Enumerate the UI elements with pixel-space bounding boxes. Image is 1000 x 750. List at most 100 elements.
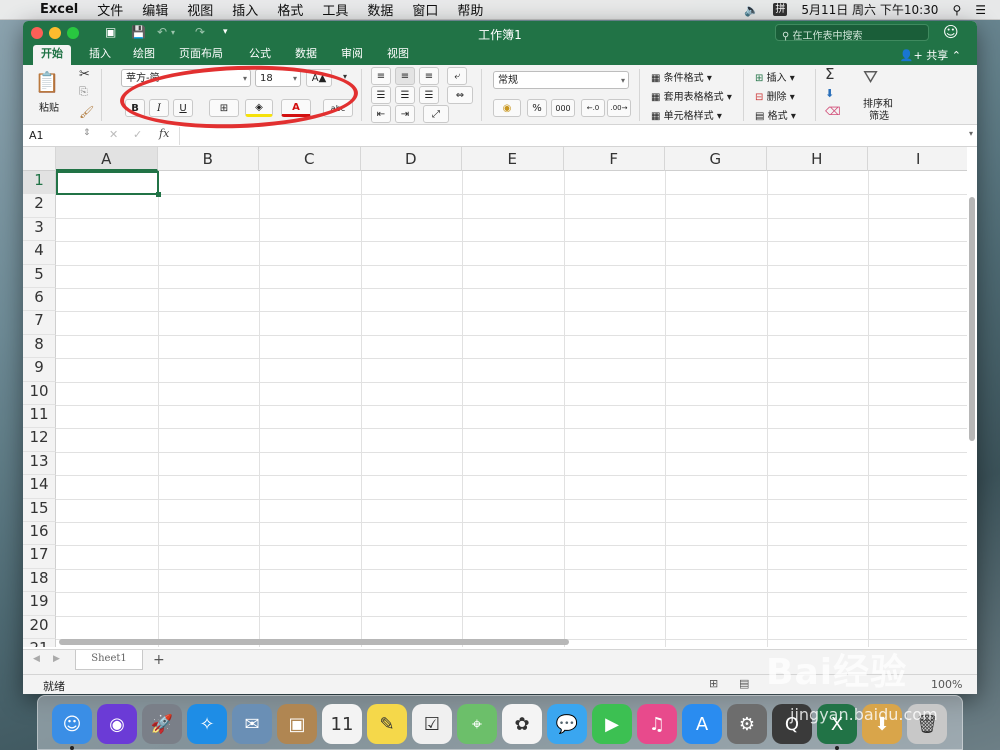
- tab-review[interactable]: 审阅: [333, 45, 371, 65]
- menu-app-name[interactable]: Excel: [40, 2, 78, 17]
- itunes-icon[interactable]: ♫: [637, 704, 677, 744]
- menu-tools[interactable]: 工具: [322, 0, 348, 19]
- conditional-format-button[interactable]: ▦ 条件格式 ▾: [651, 69, 712, 84]
- percent-style-button[interactable]: %: [527, 99, 547, 117]
- clear-eraser-icon[interactable]: ⌫: [825, 105, 841, 118]
- mail-icon[interactable]: ✉: [232, 704, 272, 744]
- vertical-scroll-thumb[interactable]: [969, 197, 975, 441]
- column-header-c[interactable]: C: [259, 147, 361, 171]
- row-header-8[interactable]: 8: [23, 334, 56, 359]
- horizontal-scroll-thumb[interactable]: [59, 639, 569, 645]
- column-header-g[interactable]: G: [665, 147, 767, 171]
- row-header-16[interactable]: 16: [23, 522, 56, 546]
- notification-center-icon[interactable]: ☰: [975, 3, 986, 17]
- reminders-icon[interactable]: ☑: [412, 704, 452, 744]
- row-header-9[interactable]: 9: [23, 358, 56, 382]
- feedback-smiley-icon[interactable]: ☺: [943, 23, 959, 41]
- tab-formulas[interactable]: 公式: [241, 45, 279, 65]
- copy-icon[interactable]: ⎘: [79, 85, 88, 99]
- menu-format[interactable]: 格式: [277, 0, 303, 19]
- row-header-5[interactable]: 5: [23, 264, 56, 288]
- calendar-icon[interactable]: 11: [322, 704, 362, 744]
- merge-center-button[interactable]: ⇔: [447, 86, 473, 104]
- align-bottom-button[interactable]: ≡: [419, 67, 439, 85]
- tab-insert[interactable]: 插入: [81, 45, 119, 65]
- tab-draw[interactable]: 绘图: [125, 45, 163, 65]
- menubar-clock[interactable]: 5月11日 周六 下午10:30: [801, 1, 938, 18]
- menu-data[interactable]: 数据: [367, 0, 393, 19]
- messages-icon[interactable]: 💬: [547, 704, 587, 744]
- row-header-11[interactable]: 11: [23, 405, 56, 429]
- sort-filter-label-2[interactable]: 筛选: [869, 107, 889, 122]
- insert-function-icon[interactable]: fx: [159, 127, 169, 140]
- app-store-icon[interactable]: A: [682, 704, 722, 744]
- row-header-13[interactable]: 13: [23, 451, 56, 476]
- align-center-button[interactable]: ☰: [395, 86, 415, 104]
- cut-scissors-icon[interactable]: ✂: [79, 67, 90, 82]
- row-header-20[interactable]: 20: [23, 615, 56, 639]
- active-cell-a1[interactable]: [56, 171, 161, 197]
- row-header-2[interactable]: 2: [23, 194, 56, 218]
- row-header-10[interactable]: 10: [23, 381, 56, 405]
- menu-window[interactable]: 窗口: [412, 0, 438, 19]
- orientation-button[interactable]: ⤢: [423, 105, 449, 123]
- row-header-6[interactable]: 6: [23, 288, 56, 312]
- row-header-7[interactable]: 7: [23, 311, 56, 335]
- normal-view-icon[interactable]: ⊞: [709, 677, 718, 690]
- decrease-indent-button[interactable]: ⇤: [371, 105, 391, 123]
- number-format-select[interactable]: 常规 ▾: [493, 71, 629, 89]
- menu-insert[interactable]: 插入: [232, 0, 258, 19]
- page-layout-view-icon[interactable]: ▤: [739, 677, 749, 690]
- column-header-a[interactable]: A: [56, 147, 158, 171]
- column-header-f[interactable]: F: [564, 147, 665, 171]
- sheet-search-input[interactable]: ⚲ 在工作表中搜索: [775, 24, 929, 42]
- menu-edit[interactable]: 编辑: [142, 0, 168, 19]
- cell-styles-button[interactable]: ▦ 单元格样式 ▾: [651, 107, 722, 122]
- increase-indent-button[interactable]: ⇥: [395, 105, 415, 123]
- row-header-3[interactable]: 3: [23, 217, 56, 242]
- row-header-12[interactable]: 12: [23, 428, 56, 452]
- photos-icon[interactable]: ✿: [502, 704, 542, 744]
- spotlight-icon[interactable]: ⚲: [952, 3, 961, 17]
- launchpad-icon[interactable]: 🚀: [142, 704, 182, 744]
- maps-icon[interactable]: ⌖: [457, 704, 497, 744]
- decrease-decimal-button[interactable]: .00→: [607, 99, 631, 117]
- row-header-21[interactable]: 21: [23, 639, 56, 647]
- format-painter-icon[interactable]: 🖌: [79, 105, 94, 119]
- add-sheet-button[interactable]: +: [153, 652, 165, 668]
- finder-icon[interactable]: ☺: [52, 704, 92, 744]
- prev-sheet-icon[interactable]: ◀: [33, 654, 40, 664]
- formula-input[interactable]: [179, 127, 959, 145]
- select-all-corner[interactable]: [23, 147, 56, 171]
- tab-page-layout[interactable]: 页面布局: [171, 45, 231, 65]
- increase-decimal-button[interactable]: ←.0: [581, 99, 605, 117]
- cancel-entry-icon[interactable]: ✕: [109, 128, 118, 141]
- column-header-d[interactable]: D: [361, 147, 462, 171]
- align-top-button[interactable]: ≡: [371, 67, 391, 85]
- paste-clipboard-icon[interactable]: 📋: [35, 69, 60, 95]
- volume-icon[interactable]: 🔈: [744, 3, 759, 17]
- sheet-tab[interactable]: Sheet1: [75, 650, 143, 670]
- align-middle-button[interactable]: ≡: [395, 67, 415, 85]
- format-cells-button[interactable]: ▤ 格式 ▾: [755, 107, 796, 122]
- column-header-e[interactable]: E: [462, 147, 564, 171]
- column-header-h[interactable]: H: [767, 147, 868, 171]
- contacts-icon[interactable]: ▣: [277, 704, 317, 744]
- delete-cells-button[interactable]: ⊟ 删除 ▾: [755, 88, 795, 103]
- siri-icon[interactable]: ◉: [97, 704, 137, 744]
- expand-formula-icon[interactable]: ▾: [969, 129, 973, 138]
- worksheet-grid[interactable]: A B C D E F G H I 1 2 3 4 5 6 7 8 9 10 11 12 13 14 15 16 17 18 19 20…: [23, 147, 967, 647]
- menu-view[interactable]: 视图: [187, 0, 213, 19]
- paste-label[interactable]: 粘贴: [39, 99, 59, 114]
- system-preferences-icon[interactable]: ⚙: [727, 704, 767, 744]
- safari-icon[interactable]: ✧: [187, 704, 227, 744]
- confirm-entry-icon[interactable]: ✓: [133, 128, 142, 141]
- input-method-icon[interactable]: 拼: [773, 3, 788, 16]
- row-header-17[interactable]: 17: [23, 545, 56, 569]
- next-sheet-icon[interactable]: ▶: [53, 654, 60, 664]
- autosum-button[interactable]: Σ: [825, 65, 834, 83]
- tab-data[interactable]: 数据: [287, 45, 325, 65]
- menu-file[interactable]: 文件: [97, 0, 123, 19]
- sort-filter-funnel-icon[interactable]: ⛛: [863, 67, 878, 88]
- column-header-i[interactable]: I: [868, 147, 967, 171]
